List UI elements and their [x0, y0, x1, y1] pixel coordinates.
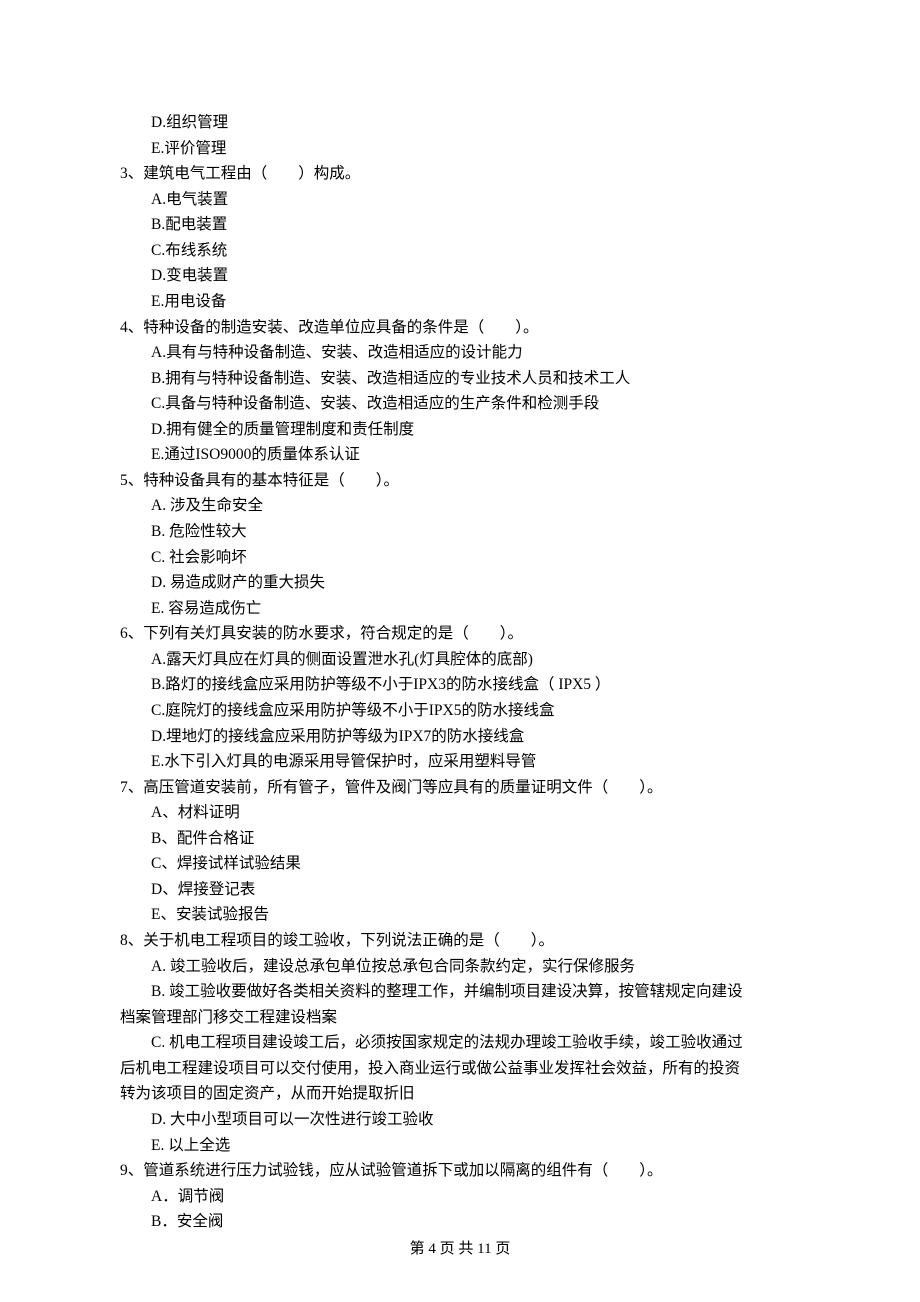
question-4-stem: 4、特种设备的制造安装、改造单位应具备的条件是（ ）。 [120, 315, 800, 341]
question-7-option-e: E、安装试验报告 [120, 902, 800, 928]
question-4-option-e: E.通过ISO9000的质量体系认证 [120, 442, 800, 468]
question-6-option-e: E.水下引入灯具的电源采用导管保护时，应采用塑料导管 [120, 749, 800, 775]
question-7-option-c: C、焊接试样试验结果 [120, 851, 800, 877]
question-5-option-b: B. 危险性较大 [120, 519, 800, 545]
question-4-option-a: A.具有与特种设备制造、安装、改造相适应的设计能力 [120, 340, 800, 366]
question-8-option-c-line2: 后机电工程建设项目可以交付使用，投入商业运行或做公益事业发挥社会效益，所有的投资 [120, 1056, 800, 1082]
question-8-option-c-line1: C. 机电工程项目建设竣工后，必须按国家规定的法规办理竣工验收手续，竣工验收通过 [120, 1030, 800, 1056]
question-3-option-d: D.变电装置 [120, 263, 800, 289]
question-8-option-e: E. 以上全选 [120, 1133, 800, 1159]
question-3-option-e: E.用电设备 [120, 289, 800, 315]
question-5-option-e: E. 容易造成伤亡 [120, 596, 800, 622]
question-8-stem: 8、关于机电工程项目的竣工验收，下列说法正确的是（ ）。 [120, 928, 800, 954]
question-4-option-b: B.拥有与特种设备制造、安装、改造相适应的专业技术人员和技术工人 [120, 366, 800, 392]
question-8-option-a: A. 竣工验收后，建设总承包单位按总承包合同条款约定，实行保修服务 [120, 954, 800, 980]
question-4-option-d: D.拥有健全的质量管理制度和责任制度 [120, 417, 800, 443]
question-9-stem: 9、管道系统进行压力试验钱，应从试验管道拆下或加以隔离的组件有（ ）。 [120, 1158, 800, 1184]
question-6-stem: 6、下列有关灯具安装的防水要求，符合规定的是（ ）。 [120, 621, 800, 647]
question-3-option-b: B.配电装置 [120, 212, 800, 238]
question-7-option-a: A、材料证明 [120, 800, 800, 826]
question-3-stem: 3、建筑电气工程由（ ）构成。 [120, 161, 800, 187]
question-7-option-d: D、焊接登记表 [120, 877, 800, 903]
question-5-stem: 5、特种设备具有的基本特征是（ ）。 [120, 468, 800, 494]
question-6-option-a: A.露天灯具应在灯具的侧面设置泄水孔(灯具腔体的底部) [120, 647, 800, 673]
prelude-option-e: E.评价管理 [120, 136, 800, 162]
question-5-option-d: D. 易造成财产的重大损失 [120, 570, 800, 596]
page-footer: 第 4 页 共 11 页 [0, 1237, 920, 1262]
question-5-option-c: C. 社会影响坏 [120, 545, 800, 571]
question-8-option-d: D. 大中小型项目可以一次性进行竣工验收 [120, 1107, 800, 1133]
question-7-option-b: B、配件合格证 [120, 826, 800, 852]
question-9-option-a: A．调节阀 [120, 1184, 800, 1210]
question-8-option-b-line1: B. 竣工验收要做好各类相关资料的整理工作，并编制项目建设决算，按管辖规定向建设 [120, 979, 800, 1005]
question-3-option-a: A.电气装置 [120, 187, 800, 213]
question-3-option-c: C.布线系统 [120, 238, 800, 264]
question-6-option-c: C.庭院灯的接线盒应采用防护等级不小于IPX5的防水接线盒 [120, 698, 800, 724]
question-5-option-a: A. 涉及生命安全 [120, 493, 800, 519]
question-8-option-c-line3: 转为该项目的固定资产，从而开始提取折旧 [120, 1081, 800, 1107]
question-7-stem: 7、高压管道安装前，所有管子，管件及阀门等应具有的质量证明文件（ ）。 [120, 775, 800, 801]
question-9-option-b: B．安全阀 [120, 1209, 800, 1235]
question-8-option-b-line2: 档案管理部门移交工程建设档案 [120, 1005, 800, 1031]
question-4-option-c: C.具备与特种设备制造、安装、改造相适应的生产条件和检测手段 [120, 391, 800, 417]
prelude-option-d: D.组织管理 [120, 110, 800, 136]
document-page: D.组织管理 E.评价管理 3、建筑电气工程由（ ）构成。 A.电气装置 B.配… [0, 0, 920, 1302]
question-6-option-d: D.埋地灯的接线盒应采用防护等级为IPX7的防水接线盒 [120, 724, 800, 750]
question-6-option-b: B.路灯的接线盒应采用防护等级不小于IPX3的防水接线盒（ IPX5 ） [120, 672, 800, 698]
